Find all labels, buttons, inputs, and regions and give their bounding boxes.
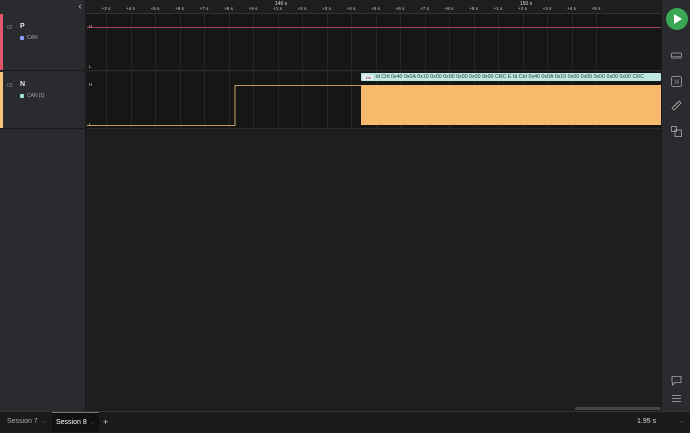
time-tick-label: +8 s: [444, 6, 454, 11]
sample-count-icon[interactable]: 16: [671, 76, 682, 87]
can-frame-annotation[interactable]: 11b Id Ctrl 0x40 0x0A 0x10 0x00 0x00 0x0…: [361, 73, 661, 81]
time-tick-label: +5 s: [371, 6, 380, 11]
frame-type-tag: 11b: [363, 74, 374, 80]
session-bar: Session 7 ⌵ Session 8 ⌵ + 1.95 s ⌵: [0, 411, 690, 432]
horizontal-scrollbar[interactable]: [575, 407, 661, 410]
channel-name: P: [20, 23, 25, 30]
channel-name: N: [20, 81, 26, 88]
sample-badge-text: 16: [674, 80, 680, 86]
time-tick-label: +9 s: [248, 6, 258, 11]
device-icon[interactable]: [671, 50, 682, 61]
time-tick-label: +2 s: [297, 6, 307, 11]
channel-analyzer-label: CAN [1]: [20, 93, 45, 99]
channel-row-p[interactable]: 02 P CAN: [0, 14, 86, 71]
time-tick-label: +7 s: [420, 6, 429, 11]
time-readout: 1.95 s: [637, 418, 657, 425]
ruler-icon[interactable]: [671, 100, 682, 111]
analyzer-name: CAN [1]: [27, 93, 45, 99]
analyzer-color-dot: [20, 94, 24, 98]
menu-icon[interactable]: [671, 393, 682, 404]
play-icon[interactable]: [666, 8, 688, 30]
trace-n: [87, 85, 361, 126]
chevron-down-icon[interactable]: ⌵: [42, 412, 46, 432]
time-tick-label: +3 s: [322, 6, 331, 11]
time-tick-label: +1 s: [273, 6, 282, 11]
collapse-chevron-icon[interactable]: ‹: [74, 2, 86, 12]
chevron-down-icon[interactable]: ⌵: [680, 412, 684, 432]
time-tick-label: +5 s: [591, 6, 601, 11]
time-tick-label: +8 s: [224, 6, 233, 11]
add-session-button[interactable]: +: [103, 412, 108, 432]
session-tab-7[interactable]: Session 7 ⌵: [4, 412, 49, 432]
chevron-down-icon[interactable]: ⌵: [91, 413, 95, 433]
chat-icon[interactable]: [671, 375, 682, 386]
right-toolbar: 16: [661, 0, 690, 411]
time-tick-label: +3 s: [101, 6, 111, 11]
can-burst-block: [361, 85, 661, 125]
channel-analyzer-label: CAN: [20, 35, 38, 41]
logic-analyzer-app: ‹ 02 P CAN 03 N CAN [1] 140 s 150 s +3 s…: [0, 0, 690, 432]
channel-index: 03: [7, 83, 13, 89]
time-tick-label: +9 s: [469, 6, 478, 11]
time-tick-label: +1 s: [493, 6, 503, 11]
channel-color-bar: [0, 72, 3, 128]
time-tick-label: +6 s: [395, 6, 405, 11]
time-tick-label: +3 s: [542, 6, 552, 11]
time-tick-label: +5 s: [150, 6, 160, 11]
time-tick-label: +7 s: [199, 6, 209, 11]
waveform-traces: [87, 27, 661, 126]
time-tick-label: +2 s: [518, 6, 527, 11]
channel-panel: ‹ 02 P CAN 03 N CAN [1]: [0, 0, 86, 411]
channel-row-n[interactable]: 03 N CAN [1]: [0, 72, 86, 129]
time-ruler[interactable]: 140 s 150 s +3 s +4 s +5 s +6 s +7 s +8 s +9 s…: [87, 0, 661, 14]
analyzer-name: CAN: [27, 35, 38, 41]
time-tick-label: +4 s: [346, 6, 356, 11]
frame-decoded-text: Id Ctrl 0x40 0x0A 0x10 0x00 0x00 0x00 0x…: [375, 74, 644, 80]
time-tick-label: +4 s: [126, 6, 135, 11]
waveform-plot[interactable]: H L H L 11b Id Ctrl 0x40 0x0A 0x10 0x00 …: [87, 14, 661, 411]
session-tab-8[interactable]: Session 8 ⌵: [52, 412, 99, 432]
session-tab-label: Session 7: [7, 418, 38, 425]
session-tab-label: Session 8: [56, 418, 87, 426]
time-tick-label: +4 s: [567, 6, 576, 11]
channel-color-bar: [0, 14, 3, 70]
extensions-icon[interactable]: [671, 126, 682, 137]
analyzer-color-dot: [20, 36, 24, 40]
time-tick-label: +6 s: [175, 6, 184, 11]
channel-index: 02: [7, 25, 13, 31]
